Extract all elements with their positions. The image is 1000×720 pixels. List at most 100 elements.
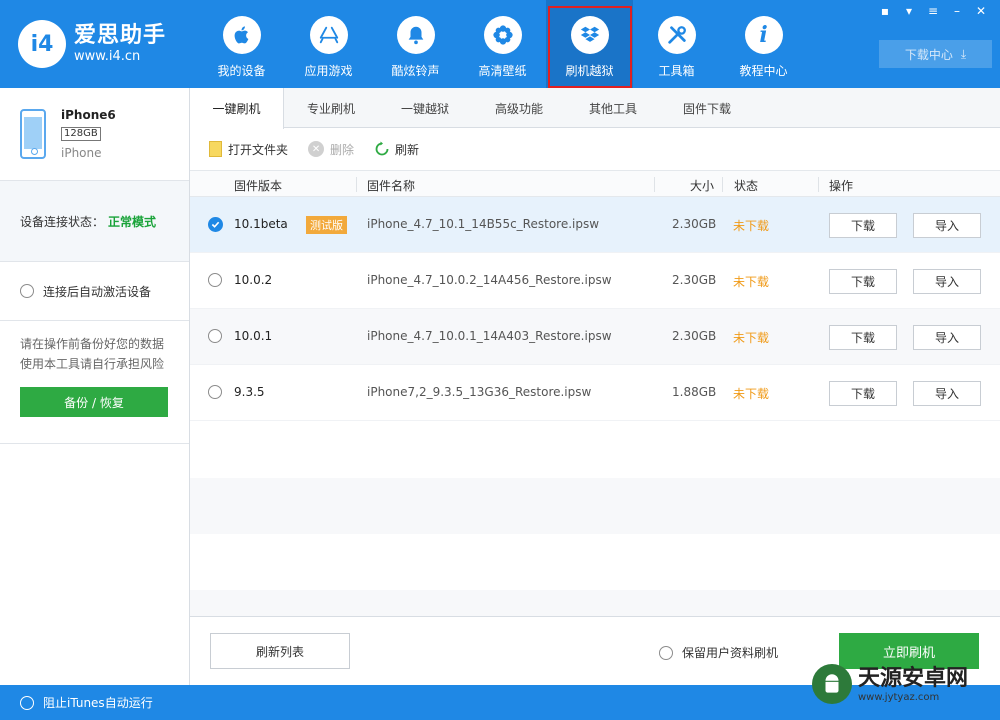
col-divider: [356, 177, 357, 192]
table-row[interactable]: 9.3.5 iPhone7,2_9.3.5_13G36_Restore.ipsw…: [190, 365, 1000, 421]
watermark-url: www.jytyaz.com: [858, 691, 940, 703]
nav-label: 工具箱: [658, 64, 695, 78]
tab-other-tools[interactable]: 其他工具: [566, 88, 660, 128]
connection-value: 正常模式: [108, 214, 157, 229]
row-radio[interactable]: [208, 273, 222, 287]
message-icon[interactable]: ▪: [874, 3, 896, 19]
warning-line-1: 请在操作前备份好您的数据: [20, 337, 165, 351]
import-button[interactable]: 导入: [913, 213, 981, 238]
left-sidebar: iPhone6 128GB iPhone 设备连接状态： 正常模式 连接后自动激…: [0, 88, 190, 685]
tab-firmware-download[interactable]: 固件下载: [660, 88, 754, 128]
android-logo-icon: [812, 664, 852, 704]
apple-icon: [222, 16, 261, 54]
nav-label: 刷机越狱: [565, 64, 614, 78]
tab-bar: 一键刷机 专业刷机 一键越狱 高级功能 其他工具 固件下载: [190, 88, 1000, 129]
keep-data-option[interactable]: 保留用户资料刷机: [659, 644, 778, 661]
shirt-icon[interactable]: ▾: [898, 3, 920, 19]
watermark-title: 天源安卓网: [858, 665, 969, 691]
refresh-icon: [375, 141, 389, 156]
nav-apps-games[interactable]: 应用游戏: [285, 0, 372, 88]
firmware-size: 2.30GB: [672, 217, 717, 231]
nav-label: 酷炫铃声: [391, 64, 440, 78]
col-name: 固件名称: [367, 179, 416, 193]
nav-ringtones[interactable]: 酷炫铃声: [372, 0, 459, 88]
menu-icon[interactable]: ≡: [922, 3, 944, 19]
import-button[interactable]: 导入: [913, 381, 981, 406]
block-itunes-radio[interactable]: [20, 695, 34, 710]
tab-one-click-flash[interactable]: 一键刷机: [190, 88, 284, 129]
firmware-name: iPhone_4.7_10.0.1_14A403_Restore.ipsw: [367, 329, 612, 343]
close-icon[interactable]: ✕: [970, 3, 992, 19]
brand-title: 爱思助手: [74, 23, 167, 48]
nav-my-device[interactable]: 我的设备: [198, 0, 285, 88]
tab-pro-flash[interactable]: 专业刷机: [284, 88, 378, 128]
row-radio[interactable]: [208, 329, 222, 343]
nav-tutorials[interactable]: i 教程中心: [720, 0, 807, 88]
nav-toolbox[interactable]: 工具箱: [633, 0, 720, 88]
open-folder-button[interactable]: 打开文件夹: [209, 141, 288, 158]
refresh-list-button[interactable]: 刷新列表: [210, 633, 350, 669]
download-button[interactable]: 下载: [829, 269, 897, 294]
refresh-label: 刷新: [395, 142, 420, 157]
refresh-button[interactable]: 刷新: [374, 141, 419, 158]
warning-panel: 请在操作前备份好您的数据 使用本工具请自行承担风险 备份 / 恢复: [0, 321, 189, 444]
warning-line-2: 使用本工具请自行承担风险: [20, 357, 165, 371]
table-row[interactable]: 10.0.2 iPhone_4.7_10.0.2_14A456_Restore.…: [190, 253, 1000, 309]
firmware-size: 1.88GB: [672, 385, 717, 399]
firmware-name: iPhone7,2_9.3.5_13G36_Restore.ipsw: [367, 385, 592, 399]
dropbox-icon: [570, 16, 609, 54]
auto-activate-label: 连接后自动激活设备: [43, 284, 152, 299]
download-button[interactable]: 下载: [829, 325, 897, 350]
selected-check-icon[interactable]: [208, 217, 223, 232]
logo-mark: i4: [18, 20, 66, 68]
firmware-name: iPhone_4.7_10.1_14B55c_Restore.ipsw: [367, 217, 600, 231]
download-button[interactable]: 下载: [829, 381, 897, 406]
minimize-icon[interactable]: –: [946, 3, 968, 19]
keep-data-radio[interactable]: [659, 645, 673, 660]
firmware-size: 2.30GB: [672, 329, 717, 343]
flower-icon: [483, 16, 522, 54]
table-row[interactable]: 10.0.1 iPhone_4.7_10.0.1_14A403_Restore.…: [190, 309, 1000, 365]
auto-activate-option[interactable]: 连接后自动激活设备: [0, 262, 189, 321]
device-type: iPhone: [61, 146, 102, 160]
table-header: 固件版本 固件名称 大小 状态 操作: [190, 170, 1000, 197]
firmware-status: 未下载: [733, 331, 770, 345]
beta-badge: 测试版: [306, 216, 347, 234]
bell-icon: [396, 16, 435, 54]
firmware-version: 10.1beta: [234, 217, 288, 231]
delete-label: 删除: [330, 142, 355, 157]
col-status: 状态: [734, 179, 759, 193]
firmware-status: 未下载: [733, 219, 770, 233]
tab-advanced[interactable]: 高级功能: [472, 88, 566, 128]
tools-icon: [657, 16, 696, 54]
connection-label: 设备连接状态：: [20, 214, 105, 229]
firmware-size: 2.30GB: [672, 273, 717, 287]
main-nav: 我的设备 应用游戏 酷炫铃声 高清壁纸 刷机越狱 工具箱 i 教程中心: [198, 0, 807, 88]
app-logo: i4 爱思助手 www.i4.cn: [18, 20, 166, 68]
col-version: 固件版本: [234, 179, 283, 193]
auto-activate-radio[interactable]: [20, 284, 34, 298]
nav-label: 应用游戏: [304, 64, 353, 78]
connection-status: 设备连接状态： 正常模式: [0, 181, 189, 262]
tab-one-click-jailbreak[interactable]: 一键越狱: [378, 88, 472, 128]
open-folder-label: 打开文件夹: [228, 142, 289, 157]
device-name: iPhone6: [61, 108, 116, 122]
col-divider: [654, 177, 655, 192]
info-icon: i: [744, 16, 783, 54]
backup-restore-button[interactable]: 备份 / 恢复: [20, 387, 168, 417]
download-center-button[interactable]: 下载中心 ⤓: [879, 40, 992, 68]
firmware-status: 未下载: [733, 387, 770, 401]
nav-label: 教程中心: [739, 64, 788, 78]
col-divider: [722, 177, 723, 192]
delete-button[interactable]: ✕ 删除: [308, 141, 354, 158]
download-button[interactable]: 下载: [829, 213, 897, 238]
import-button[interactable]: 导入: [913, 325, 981, 350]
table-row[interactable]: 10.1beta 测试版 iPhone_4.7_10.1_14B55c_Rest…: [190, 197, 1000, 253]
import-button[interactable]: 导入: [913, 269, 981, 294]
nav-wallpapers[interactable]: 高清壁纸: [459, 0, 546, 88]
nav-label: 高清壁纸: [478, 64, 527, 78]
firmware-status: 未下载: [733, 275, 770, 289]
firmware-version: 10.0.2: [234, 273, 273, 287]
row-radio[interactable]: [208, 385, 222, 399]
nav-flash-jailbreak[interactable]: 刷机越狱: [546, 0, 633, 88]
